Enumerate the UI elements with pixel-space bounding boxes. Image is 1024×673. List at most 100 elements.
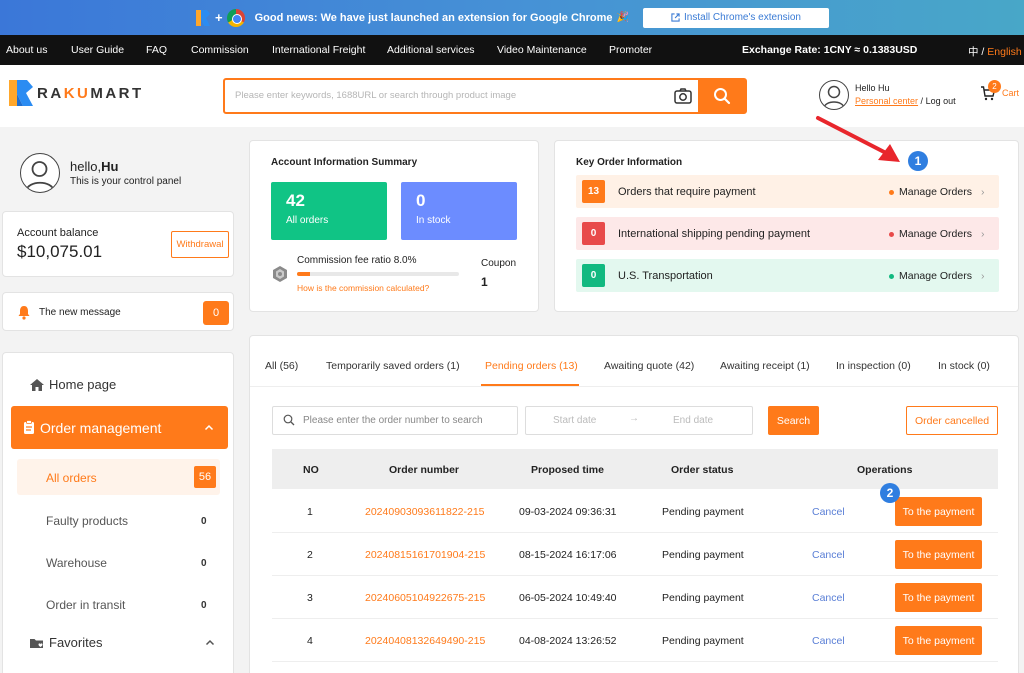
order-number-link[interactable]: 20240815161701904-215	[365, 549, 485, 561]
commission-help-link[interactable]: How is the commission calculated?	[297, 283, 429, 293]
nav-international-freight[interactable]: International Freight	[272, 44, 365, 56]
cancel-order-link[interactable]: Cancel	[812, 506, 845, 518]
cart-count-badge: 2	[988, 80, 1001, 93]
lang-zh[interactable]: 中	[968, 46, 979, 58]
status-dot	[889, 231, 894, 237]
logout-link[interactable]: Log out	[926, 96, 956, 106]
status-dot	[889, 189, 894, 195]
rakumart-wordmark: RAKUMART	[37, 85, 144, 102]
nav-additional-services[interactable]: Additional services	[387, 44, 475, 56]
table-row: 3 20240605104922675-215 06-05-2024 10:49…	[272, 576, 998, 619]
manage-orders-link[interactable]: Manage Orders ›	[889, 186, 984, 198]
nav-video-maintenance[interactable]: Video Maintenance	[497, 44, 587, 56]
personal-center-link[interactable]: Personal center	[855, 96, 918, 106]
new-message-card[interactable]: The new message 0	[2, 292, 234, 331]
manage-orders-link[interactable]: Manage Orders ›	[889, 270, 984, 282]
product-search-input[interactable]: Please enter keywords, 1688URL or search…	[225, 80, 668, 112]
sidebar-item-all-orders[interactable]: All orders 56	[17, 459, 220, 495]
rakumart-logo[interactable]: RAKUMART	[8, 78, 144, 108]
sidebar-item-home[interactable]: Home page	[29, 377, 116, 392]
cancel-order-link[interactable]: Cancel	[812, 592, 845, 604]
sidebar-item-all-orders-label: All orders	[46, 471, 97, 485]
chevron-up-icon[interactable]	[204, 420, 214, 434]
tab-awaiting-quote[interactable]: Awaiting quote (42)	[604, 360, 694, 372]
key-row-label: U.S. Transportation	[618, 270, 713, 282]
sidebar-item-order-management[interactable]: Order management	[11, 406, 228, 449]
coupon-value[interactable]: 1	[481, 275, 488, 289]
all-orders-tile[interactable]: 42 All orders	[271, 182, 387, 240]
nav-promoter[interactable]: Promoter	[609, 44, 652, 56]
order-search-button[interactable]: Search	[768, 406, 819, 435]
user-avatar-icon[interactable]	[819, 80, 849, 110]
lang-en[interactable]: English	[987, 46, 1021, 58]
manage-orders-link[interactable]: Manage Orders ›	[889, 228, 984, 240]
camera-icon[interactable]	[668, 80, 698, 112]
key-row-count: 0	[582, 264, 605, 287]
order-search-placeholder: Please enter the order number to search	[303, 415, 483, 426]
in-stock-tile[interactable]: 0 In stock	[401, 182, 517, 240]
tab-in-stock[interactable]: In stock (0)	[938, 360, 990, 372]
nav-about-us[interactable]: About us	[6, 44, 47, 56]
language-switch[interactable]: 中 / English	[968, 44, 1022, 59]
to-payment-button[interactable]: To the payment	[895, 626, 982, 655]
sidebar-item-home-label: Home page	[49, 377, 117, 392]
cart[interactable]: 2 Cart	[980, 80, 1020, 101]
lang-separator: /	[978, 46, 988, 58]
to-payment-button[interactable]: To the payment	[895, 583, 982, 612]
logo-letters-ku: KU	[63, 84, 91, 102]
faulty-products-count: 0	[201, 516, 207, 527]
sidebar-item-order-management-label: Order management	[40, 419, 162, 436]
col-operations: Operations	[857, 464, 913, 476]
start-date-input[interactable]: Start date	[553, 415, 596, 426]
search-icon	[283, 414, 295, 429]
tab-in-inspection[interactable]: In inspection (0)	[836, 360, 911, 372]
withdrawal-button[interactable]: Withdrawal	[171, 231, 229, 258]
nav-user-guide[interactable]: User Guide	[71, 44, 124, 56]
row-status: Pending payment	[662, 592, 744, 604]
sidebar-item-favorites[interactable]: Favorites	[29, 635, 215, 650]
cancel-order-link[interactable]: Cancel	[812, 635, 845, 647]
account-balance-card: Account balance $10,075.01 Withdrawal	[2, 211, 234, 277]
row-no: 4	[307, 635, 313, 647]
key-row-us-transportation: 0 U.S. Transportation Manage Orders ›	[576, 259, 999, 292]
tab-pending-orders[interactable]: Pending orders (13)	[485, 360, 578, 372]
order-number-link[interactable]: 20240903093611822-215	[365, 506, 485, 518]
profile-greeting: hello,Hu This is your control panel	[20, 153, 181, 193]
cart-label: Cart	[1002, 88, 1020, 98]
sidebar-item-warehouse[interactable]: Warehouse	[46, 556, 107, 570]
tab-awaiting-receipt[interactable]: Awaiting receipt (1)	[720, 360, 810, 372]
sidebar-item-order-in-transit[interactable]: Order in transit	[46, 598, 125, 612]
tab-temporarily-saved[interactable]: Temporarily saved orders (1)	[326, 360, 460, 372]
profile-hello: hello,Hu	[70, 159, 181, 174]
key-row-label: International shipping pending payment	[618, 228, 811, 240]
end-date-input[interactable]: End date	[673, 415, 713, 426]
date-range-picker[interactable]: Start date → End date	[525, 406, 753, 435]
to-payment-button[interactable]: To the payment	[895, 540, 982, 569]
nav-faq[interactable]: FAQ	[146, 44, 167, 56]
account-summary-title: Account Information Summary	[271, 157, 418, 168]
product-search-bar: Please enter keywords, 1688URL or search…	[223, 78, 747, 114]
logo-letter-r: R	[37, 84, 51, 102]
cancel-order-link[interactable]: Cancel	[812, 549, 845, 561]
logo-letter-a: A	[50, 84, 64, 102]
order-search-input[interactable]: Please enter the order number to search	[272, 406, 518, 435]
sidebar-item-faulty-products[interactable]: Faulty products	[46, 514, 128, 528]
chevron-right-icon: ›	[980, 270, 985, 282]
sidebar-navigation: Home page Order management All orders 56…	[2, 352, 234, 673]
key-row-international-shipping: 0 International shipping pending payment…	[576, 217, 999, 250]
search-button[interactable]	[698, 80, 745, 112]
to-payment-button[interactable]: To the payment	[895, 497, 982, 526]
key-row-count: 0	[582, 222, 605, 245]
order-cancelled-button[interactable]: Order cancelled	[906, 406, 998, 435]
status-dot	[889, 273, 894, 279]
chevron-up-icon[interactable]	[205, 635, 215, 649]
order-number-link[interactable]: 20240605104922675-215	[365, 592, 485, 604]
order-tabs: All (56) Temporarily saved orders (1) Pe…	[250, 336, 1018, 396]
order-number-link[interactable]: 20240408132649490-215	[365, 635, 485, 647]
commission-ratio: Commission fee ratio 8.0%	[297, 255, 417, 266]
install-extension-button[interactable]: Install Chrome's extension	[643, 7, 829, 28]
tab-all[interactable]: All (56)	[265, 360, 298, 372]
key-row-require-payment: 13 Orders that require payment Manage Or…	[576, 175, 999, 208]
party-icon: 🎉	[616, 12, 629, 23]
nav-commission[interactable]: Commission	[191, 44, 249, 56]
